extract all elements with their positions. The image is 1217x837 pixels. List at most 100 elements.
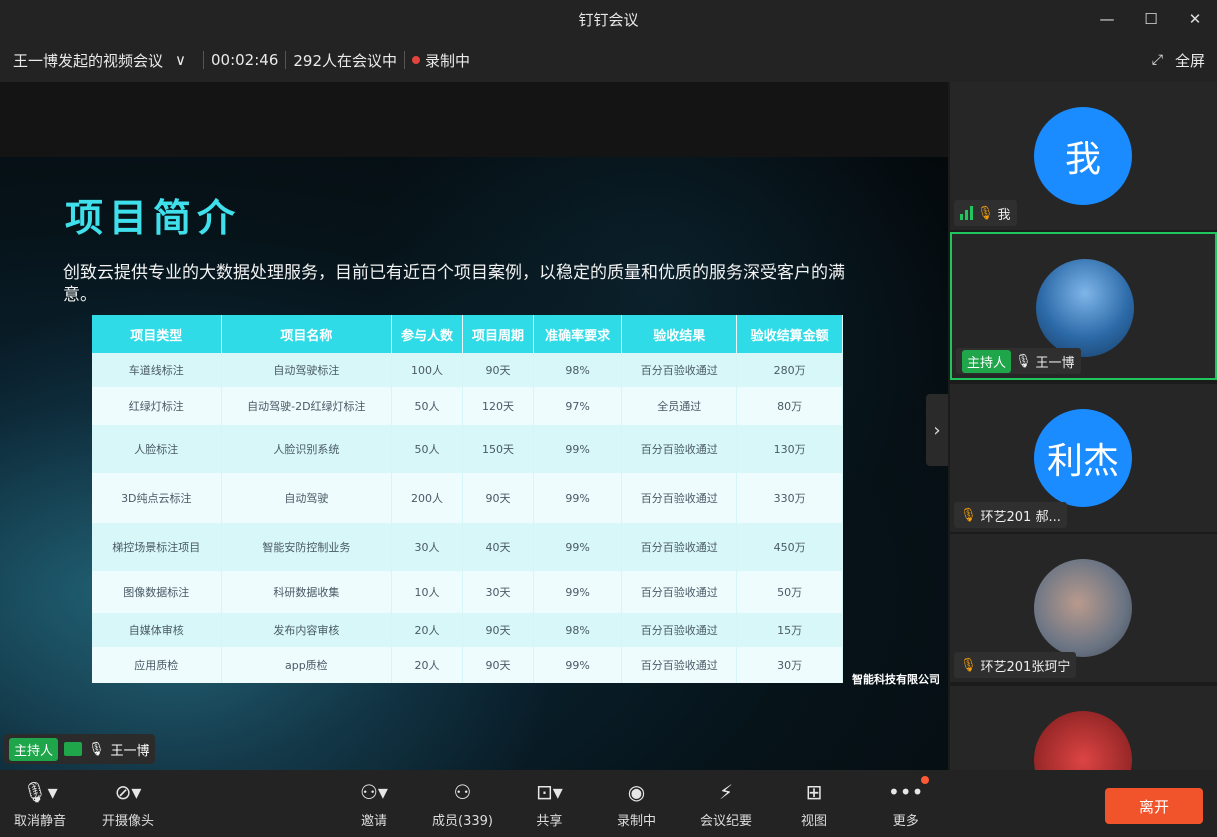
table-cell: 280万 <box>736 353 843 387</box>
mic-muted-icon: 🎙▾ <box>22 780 58 804</box>
fullscreen-label: 全屏 <box>1174 51 1205 70</box>
avatar: 我 <box>1034 107 1132 205</box>
meeting-name[interactable]: 王一博发起的视频会议 <box>13 50 163 71</box>
table-cell: 99% <box>533 571 623 613</box>
table-cell: 90天 <box>462 353 534 387</box>
table-cell: 智能安防控制业务 <box>221 523 393 571</box>
table-cell: 99% <box>533 647 623 683</box>
host-tag: 主持人 <box>962 349 1012 373</box>
meeting-duration: 00:02:46 <box>211 51 279 69</box>
table-header-cell: 准确率要求 <box>533 315 623 353</box>
participant-name-label: 🎙 环艺201 郝... <box>954 502 1067 528</box>
table-cell: 百分百验收通过 <box>621 647 738 683</box>
avatar <box>1036 259 1134 357</box>
fullscreen-icon: ⤢ <box>1151 52 1163 68</box>
title-bar: 钉钉会议 — ☐ ✕ <box>0 0 1217 38</box>
table-cell: 90天 <box>462 613 534 647</box>
record-icon: ◉ <box>627 780 646 804</box>
record-button[interactable]: ◉ 录制中 <box>617 778 656 829</box>
table-cell: 90天 <box>462 647 534 683</box>
project-table: 项目类型 项目名称 参与人数 项目周期 准确率要求 验收结果 验收结算金额 车道线标注 自动驾… <box>92 315 843 683</box>
table-cell: 红绿灯标注 <box>92 387 222 425</box>
table-cell: 98% <box>533 353 623 387</box>
invite-button[interactable]: ⚇▾ 邀请 <box>360 778 388 829</box>
share-label: 共享 <box>536 814 563 829</box>
table-cell: 330万 <box>736 473 843 523</box>
table-cell: 40天 <box>462 523 534 571</box>
divider <box>404 51 406 69</box>
divider <box>285 51 287 69</box>
close-button[interactable]: ✕ <box>1173 0 1217 38</box>
minimize-button[interactable]: — <box>1085 0 1129 38</box>
more-label: 更多 <box>892 814 919 829</box>
chevron-right-icon[interactable]: › <box>926 394 948 466</box>
participant-tile[interactable]: 我 🎙 我 <box>950 82 1217 230</box>
table-cell: 50万 <box>736 571 843 613</box>
table-body: 车道线标注 自动驾驶标注 100人 90天 98% 百分百验收通过 280万 红绿灯标注 自动驾… <box>92 353 843 683</box>
mic-muted-icon: 🎙 <box>977 205 994 221</box>
camera-label: 开摄像头 <box>102 814 155 829</box>
table-cell: 车道线标注 <box>92 353 222 387</box>
table-header-cell: 验收结果 <box>621 315 738 353</box>
company-name: 智能科技有限公司 <box>852 673 940 686</box>
table-cell: 百分百验收通过 <box>621 523 738 571</box>
table-header-row: 项目类型 项目名称 参与人数 项目周期 准确率要求 验收结果 验收结算金额 <box>92 315 843 353</box>
members-button[interactable]: ⚇ 成员(339) <box>432 778 493 829</box>
maximize-button[interactable]: ☐ <box>1129 0 1173 38</box>
more-button[interactable]: ••• 更多 <box>888 776 930 829</box>
table-cell: 应用质检 <box>92 647 222 683</box>
participant-tile[interactable]: 🎙 环艺201张珂宁 <box>950 534 1217 682</box>
notification-dot <box>921 776 930 784</box>
share-button[interactable]: ⊡▾ 共享 <box>536 778 563 829</box>
slide-intro: 创致云提供专业的大数据处理服务，目前已有近百个项目案例，以稳定的质量和优质的服务… <box>63 263 845 305</box>
table-cell: 百分百验收通过 <box>621 613 738 647</box>
table-cell: 30天 <box>462 571 534 613</box>
participant-tile[interactable]: 主持人 🎙 王一博 <box>950 232 1217 380</box>
view-button[interactable]: ⊞ 视图 <box>801 778 827 829</box>
table-cell: 98% <box>533 613 623 647</box>
mic-muted-icon: 🎙 <box>960 507 977 523</box>
table-cell: 80万 <box>736 387 843 425</box>
table-cell: 百分百验收通过 <box>621 425 738 473</box>
grid-view-icon: ⊞ <box>805 780 823 804</box>
participant-count[interactable]: 292人在会议中 <box>293 50 397 71</box>
table-cell: 百分百验收通过 <box>621 473 738 523</box>
camera-off-icon: ⊘▾ <box>114 780 142 804</box>
avatar <box>1034 711 1132 770</box>
recording-status[interactable]: 录制中 <box>425 50 470 71</box>
participant-panel: 我 🎙 我 主持人 🎙 王一博 利杰 🎙 环艺201 郝... 🎙 环艺201张… <box>948 82 1217 770</box>
table-cell: 20人 <box>391 613 463 647</box>
table-cell: 50人 <box>391 425 463 473</box>
participant-tile[interactable]: 利杰 🎙 环艺201 郝... <box>950 384 1217 532</box>
members-icon: ⚇ <box>453 780 472 804</box>
table-header-cell: 项目名称 <box>221 315 393 353</box>
participant-name-label: 🎙 我 <box>954 200 1017 226</box>
table-cell: 自动驾驶标注 <box>221 353 393 387</box>
table-cell: 科研数据收集 <box>221 571 393 613</box>
camera-button[interactable]: ⊘▾ 开摄像头 <box>102 778 154 829</box>
more-icon: ••• <box>888 776 930 806</box>
chevron-down-icon[interactable]: ∨ <box>175 51 186 69</box>
table-cell: app质检 <box>221 647 393 683</box>
shared-screen-area: 项目简介 创致云提供专业的大数据处理服务，目前已有近百个项目案例，以稳定的质量和… <box>0 82 948 773</box>
minutes-button[interactable]: ⚡ 会议纪要 <box>700 778 752 829</box>
leave-button[interactable]: 离开 <box>1105 788 1203 824</box>
host-tag: 主持人 <box>9 737 59 761</box>
fullscreen-button[interactable]: ⤢ 全屏 <box>1152 38 1205 82</box>
meeting-window: 钉钉会议 — ☐ ✕ 王一博发起的视频会议 ∨ 00:02:46 292人在会议… <box>0 0 1217 837</box>
participant-tile[interactable] <box>950 686 1217 770</box>
table-cell: 人脸识别系统 <box>221 425 393 473</box>
table-row: 应用质检 app质检 20人 90天 99% 百分百验收通过 30万 <box>92 647 843 683</box>
minutes-icon: ⚡ <box>718 780 734 804</box>
table-cell: 自媒体审核 <box>92 613 222 647</box>
mic-muted-icon: 🎙 <box>960 657 977 673</box>
signal-icon <box>960 206 973 220</box>
table-row: 人脸标注 人脸识别系统 50人 150天 99% 百分百验收通过 130万 <box>92 425 843 473</box>
table-cell: 450万 <box>736 523 843 571</box>
unmute-button[interactable]: 🎙▾ 取消静音 <box>14 778 66 829</box>
table-row: 自媒体审核 发布内容审核 20人 90天 98% 百分百验收通过 15万 <box>92 613 843 647</box>
table-cell: 百分百验收通过 <box>621 571 738 613</box>
invite-label: 邀请 <box>360 814 387 829</box>
minutes-label: 会议纪要 <box>700 814 753 829</box>
table-cell: 150天 <box>462 425 534 473</box>
